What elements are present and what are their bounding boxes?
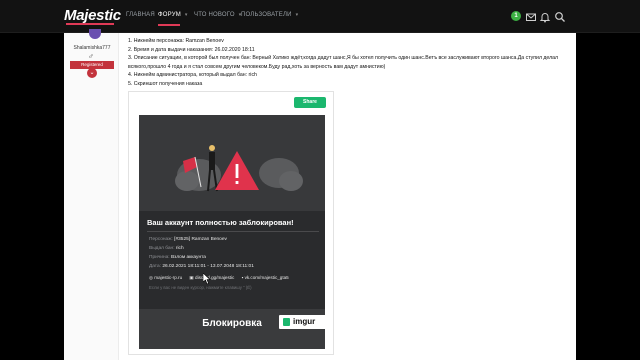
- ban-row-date: Дата: 26.02.2021 18:11:01 - 13.07.2048 1…: [149, 264, 254, 269]
- post-line: 1. Никнейм персонажа: Ramzan Benoev: [128, 38, 224, 44]
- imgur-logo-icon: [283, 318, 290, 326]
- row-label: Причина:: [149, 255, 170, 260]
- discord-icon: ▣: [189, 275, 194, 280]
- ban-row-character: Персонаж: [#3525] Ramzan Benoev: [149, 237, 227, 242]
- author-username[interactable]: Shalamishka777: [68, 45, 116, 51]
- ban-row-reason: Причина: Взлом аккаунта: [149, 255, 206, 260]
- search-icon[interactable]: [554, 11, 566, 23]
- nav-forum[interactable]: ФОРУМ ▾: [158, 12, 188, 18]
- nav-users[interactable]: ПОЛЬЗОВАТЕЛИ ▾: [241, 12, 298, 18]
- site-link: majestic-rp.ru: [154, 275, 183, 280]
- post-body: 1. Никнейм персонажа: Ramzan Benoev 2. В…: [128, 37, 568, 97]
- author-panel: Shalamishka777 ♂ Registered ⌄: [64, 29, 119, 360]
- thread-content: Shalamishka777 ♂ Registered ⌄ 1. Никнейм…: [64, 29, 576, 360]
- nav-users-label: ПОЛЬЗОВАТЕЛИ: [241, 12, 292, 18]
- ban-row-admin: Выдал бан: rich: [149, 246, 184, 251]
- avatar[interactable]: [89, 29, 101, 39]
- row-value: 26.02.2021 18:11:01 - 13.07.2048 18:11:0…: [162, 264, 254, 269]
- row-label: Выдал бан:: [149, 246, 175, 251]
- expand-author-button[interactable]: ⌄: [87, 68, 97, 78]
- post-line: всякого,прошло 4 года и я стал совсем др…: [128, 63, 386, 70]
- mouse-cursor-icon: [203, 273, 211, 285]
- chevron-down-icon: ▾: [184, 12, 188, 18]
- panel-divider: [147, 231, 319, 232]
- logo-underline: [66, 23, 114, 25]
- nav-forum-label: ФОРУМ: [158, 12, 181, 18]
- row-value: [#3525] Ramzan Benoev: [174, 237, 227, 242]
- nav-whats-new[interactable]: ЧТО НОВОГО ▾: [194, 12, 242, 18]
- ban-illustration: [139, 115, 325, 211]
- ban-info-panel: Ваш аккаунт полностью заблокирован! Перс…: [139, 211, 325, 309]
- post-line: 4. Никнейм администратора, который выдал…: [128, 72, 257, 79]
- nav-home-label: ГЛАВНАЯ: [126, 12, 155, 18]
- bell-icon[interactable]: [539, 11, 551, 23]
- active-tab-indicator: [158, 24, 180, 26]
- forum-page: Majestic ГЛАВНАЯ ФОРУМ ▾ ЧТО НОВОГО ▾ ПОЛЬ…: [0, 0, 640, 360]
- nav-whats-new-label: ЧТО НОВОГО: [194, 12, 235, 18]
- discord-link: discord.gg/majestic: [195, 275, 235, 280]
- warning-illustration: [175, 145, 303, 192]
- mail-icon[interactable]: [525, 11, 537, 23]
- cursor-hint: Если у вас не виден курсор, нажмите клав…: [149, 285, 252, 290]
- row-value: rich: [175, 246, 184, 251]
- imgur-badge[interactable]: imgur: [279, 315, 331, 329]
- gender-icon: ♂: [88, 52, 94, 61]
- vk-link: vk.com/majestic_gta5: [244, 275, 289, 280]
- imgur-label: imgur: [293, 317, 316, 326]
- post-line: 3. Описание ситуации, в которой был полу…: [128, 55, 559, 62]
- post-line: 5. Скриншот получения наказа: [128, 80, 203, 87]
- ban-title: Ваш аккаунт полностью заблокирован!: [147, 218, 294, 227]
- nav-home[interactable]: ГЛАВНАЯ: [126, 12, 155, 18]
- row-value: Взлом аккаунта: [170, 255, 206, 260]
- site-logo[interactable]: Majestic: [64, 7, 121, 24]
- share-button[interactable]: Share: [294, 97, 326, 108]
- vk-icon: ▪: [241, 275, 244, 280]
- chevron-down-icon: ▾: [295, 12, 299, 18]
- globe-icon: ◎: [149, 275, 154, 280]
- embedded-screenshot[interactable]: Share Ваш аккаунт полностью заблокирован…: [128, 91, 334, 355]
- row-label: Дата:: [149, 264, 161, 269]
- row-label: Персонаж:: [149, 237, 173, 242]
- ban-links: ◎ majestic-rp.ru ▣ discord.gg/majestic ▪…: [149, 275, 289, 281]
- post-line: 2. Время и дата выдачи наказания: 26.02.…: [128, 46, 255, 53]
- notification-badge[interactable]: 1: [511, 11, 521, 21]
- ban-screen: Ваш аккаунт полностью заблокирован! Перс…: [139, 115, 325, 349]
